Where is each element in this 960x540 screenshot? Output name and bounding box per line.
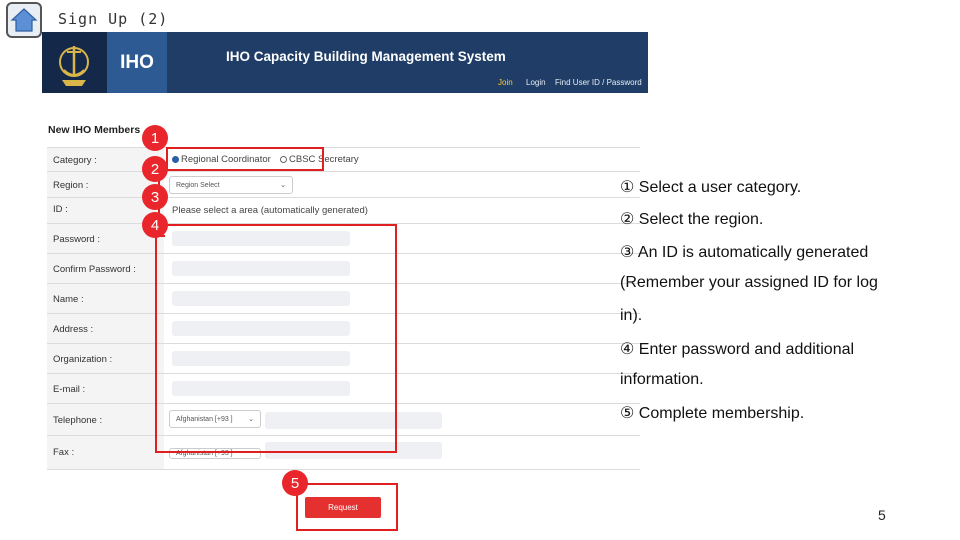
- email-label: E-mail :: [47, 374, 164, 404]
- step-badge-2: 2: [142, 156, 168, 182]
- region-select[interactable]: Region Select ⌄: [169, 176, 293, 194]
- chevron-down-icon: ⌄: [280, 182, 286, 189]
- site-title: IHO Capacity Building Management System: [226, 49, 506, 64]
- iho-logo-text[interactable]: IHO: [107, 32, 167, 93]
- iho-emblem[interactable]: [42, 32, 107, 93]
- instruction-line: information.: [620, 371, 704, 388]
- region-select-value: Region Select: [176, 181, 220, 189]
- nav-join-link[interactable]: Join: [498, 78, 513, 87]
- form-row-id: ID : Please select a area (automatically…: [47, 197, 640, 224]
- instruction-line: ② Select the region.: [620, 211, 764, 228]
- instruction-line: in).: [620, 307, 643, 324]
- step-badge-3: 3: [142, 184, 168, 210]
- slide-title: Sign Up (2): [58, 10, 169, 28]
- instruction-line: ③ An ID is automatically generated: [620, 244, 869, 261]
- step-badge-1: 1: [142, 125, 168, 151]
- instruction-line: (Remember your assigned ID for log: [620, 274, 878, 291]
- step-badge-5: 5: [282, 470, 308, 496]
- home-icon: [10, 8, 38, 32]
- highlight-box-request: [296, 483, 398, 531]
- name-label: Name :: [47, 284, 164, 314]
- instruction-line: ⑤ Complete membership.: [620, 405, 805, 422]
- form-heading: New IHO Members: [48, 124, 141, 136]
- telephone-label: Telephone :: [47, 404, 164, 436]
- anchor-icon: [59, 46, 89, 86]
- confirm-password-label: Confirm Password :: [47, 254, 164, 284]
- highlight-box-category: [166, 147, 324, 171]
- form-row-category: Category : Regional Coordinator CBSC Sec…: [47, 147, 640, 172]
- step-badge-4: 4: [142, 212, 168, 238]
- instruction-line: ④ Enter password and additional: [620, 341, 855, 358]
- nav-find-link[interactable]: Find User ID / Password: [555, 78, 642, 87]
- fax-label: Fax :: [47, 436, 164, 469]
- address-label: Address :: [47, 314, 164, 344]
- id-generated-text: Please select a area (automatically gene…: [172, 205, 368, 216]
- form-row-region: Region : Region Select ⌄: [47, 171, 640, 198]
- highlight-box-details: [155, 224, 397, 453]
- site-header: IHO IHO Capacity Building Management Sys…: [42, 32, 648, 93]
- instruction-line: ① Select a user category.: [620, 179, 802, 196]
- organization-label: Organization :: [47, 344, 164, 374]
- nav-login-link[interactable]: Login: [526, 78, 546, 87]
- page-number: 5: [878, 507, 886, 523]
- home-button[interactable]: [6, 2, 42, 38]
